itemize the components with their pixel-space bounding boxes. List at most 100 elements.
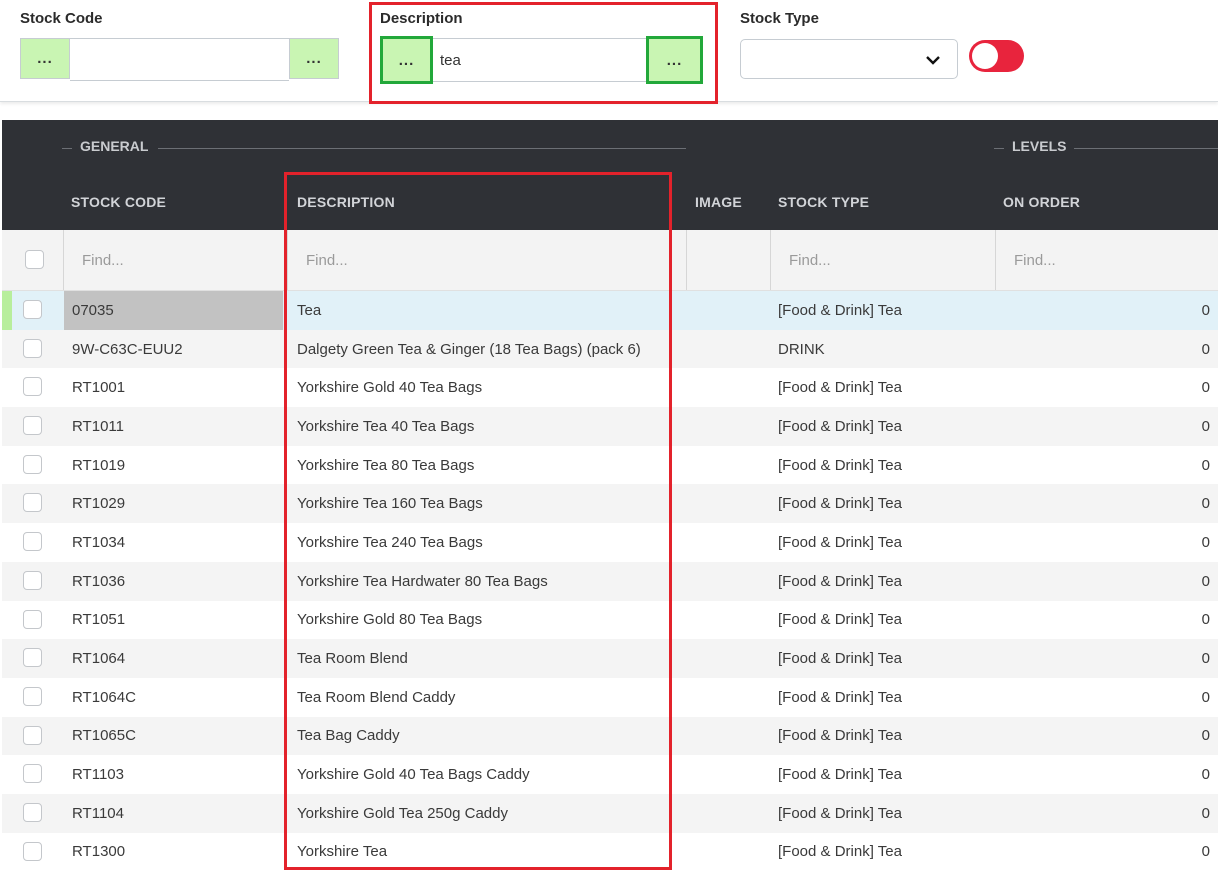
table-row[interactable]: 07035 Tea [Food & Drink] Tea 0 — [2, 291, 1218, 330]
table-row[interactable]: RT1103 Yorkshire Gold 40 Tea Bags Caddy … — [2, 755, 1218, 794]
cell-on-order: 0 — [1201, 340, 1210, 358]
row-checkbox[interactable] — [23, 493, 42, 513]
cell-stock-code: RT1034 — [72, 533, 126, 551]
cell-stock-type: [Food & Drink] Tea — [778, 533, 902, 551]
column-header-on-order[interactable]: ON ORDER — [1003, 194, 1080, 210]
filter-row — [2, 230, 1218, 291]
cell-description: Yorkshire Tea Hardwater 80 Tea Bags — [297, 572, 548, 590]
cell-description: Yorkshire Gold Tea 250g Caddy — [297, 804, 508, 822]
description-input[interactable] — [433, 38, 646, 82]
find-stock-type-input[interactable] — [771, 230, 995, 290]
cell-description: Tea — [297, 301, 322, 319]
table-row[interactable]: RT1001 Yorkshire Gold 40 Tea Bags [Food … — [2, 368, 1218, 408]
cell-description: Yorkshire Tea 80 Tea Bags — [297, 456, 475, 474]
row-checkbox[interactable] — [23, 725, 42, 745]
table-row[interactable]: 9W-C63C-EUU2 Dalgety Green Tea & Ginger … — [2, 329, 1218, 369]
cell-stock-code: RT1064 — [72, 650, 126, 668]
row-checkbox[interactable] — [23, 609, 42, 629]
row-checkbox[interactable] — [23, 454, 42, 474]
cell-stock-type: [Food & Drink] Tea — [778, 727, 902, 745]
cell-stock-code: RT1104 — [72, 804, 124, 822]
cell-on-order: 0 — [1201, 766, 1210, 784]
cell-on-order: 0 — [1201, 688, 1210, 706]
table-row[interactable]: RT1104 Yorkshire Gold Tea 250g Caddy [Fo… — [2, 793, 1218, 833]
row-checkbox[interactable] — [23, 648, 42, 668]
cell-stock-type: [Food & Drink] Tea — [778, 804, 902, 822]
table-row[interactable]: RT1300 Yorkshire Tea [Food & Drink] Tea … — [2, 832, 1218, 872]
chevron-down-icon — [926, 56, 940, 65]
cell-description: Yorkshire Tea 160 Tea Bags — [297, 495, 483, 513]
cell-stock-type: [Food & Drink] Tea — [778, 688, 902, 706]
row-checkbox[interactable] — [23, 686, 42, 706]
row-checkbox[interactable] — [23, 841, 42, 861]
cell-stock-code: RT1051 — [72, 611, 126, 629]
column-header-image[interactable]: IMAGE — [695, 194, 742, 210]
stock-code-input[interactable] — [70, 38, 289, 81]
cell-on-order: 0 — [1201, 650, 1210, 668]
stock-code-lookup-left-button[interactable]: ... — [20, 38, 70, 79]
cell-description: Yorkshire Tea 240 Tea Bags — [297, 533, 483, 551]
cell-stock-type: [Food & Drink] Tea — [778, 843, 902, 861]
column-header-stock-type[interactable]: STOCK TYPE — [778, 194, 869, 210]
cell-on-order: 0 — [1201, 301, 1210, 319]
cell-on-order: 0 — [1201, 611, 1210, 629]
cell-stock-code: RT1011 — [72, 417, 124, 435]
row-checkbox[interactable] — [23, 338, 42, 358]
table-row[interactable]: RT1019 Yorkshire Tea 80 Tea Bags [Food &… — [2, 445, 1218, 485]
cell-stock-code: 07035 — [64, 291, 283, 330]
stock-type-label: Stock Type — [740, 10, 819, 27]
row-checkbox[interactable] — [23, 570, 42, 590]
cell-stock-code: RT1300 — [72, 843, 126, 861]
find-cell-image — [686, 230, 770, 290]
select-all-checkbox[interactable] — [25, 250, 44, 269]
grid-header: GENERAL LEVELS STOCK CODE DESCRIPTION IM… — [2, 120, 1218, 230]
row-checkbox[interactable] — [23, 532, 42, 552]
table-row[interactable]: RT1064 Tea Room Blend [Food & Drink] Tea… — [2, 639, 1218, 678]
cell-description: Yorkshire Gold 80 Tea Bags — [297, 611, 483, 629]
cell-stock-type: DRINK — [778, 340, 825, 358]
cell-stock-type: [Food & Drink] Tea — [778, 379, 902, 397]
find-stock-code-input[interactable] — [64, 230, 287, 290]
toggle-knob — [972, 43, 998, 69]
cell-stock-type: [Food & Drink] Tea — [778, 495, 902, 513]
table-row[interactable]: RT1029 Yorkshire Tea 160 Tea Bags [Food … — [2, 484, 1218, 524]
stock-code-combo: ... ... — [20, 38, 339, 81]
cell-on-order: 0 — [1201, 379, 1210, 397]
group-levels-label: LEVELS — [1012, 138, 1067, 154]
cell-stock-code: RT1065C — [72, 727, 136, 745]
find-cell-description — [287, 230, 686, 290]
group-line — [62, 148, 72, 149]
table-row[interactable]: RT1011 Yorkshire Tea 40 Tea Bags [Food &… — [2, 407, 1218, 446]
cell-on-order: 0 — [1201, 533, 1210, 551]
find-cell-on-order — [995, 230, 1218, 290]
table-row[interactable]: RT1065C Tea Bag Caddy [Food & Drink] Tea… — [2, 716, 1218, 756]
row-checkbox[interactable] — [23, 764, 42, 784]
group-general-label: GENERAL — [80, 138, 149, 154]
stock-code-lookup-right-button[interactable]: ... — [289, 38, 339, 79]
cell-description: Yorkshire Tea 40 Tea Bags — [297, 417, 475, 435]
row-checkbox[interactable] — [23, 377, 42, 397]
cell-description: Yorkshire Gold 40 Tea Bags — [297, 379, 483, 397]
description-lookup-left-button[interactable]: ... — [380, 36, 433, 84]
cell-stock-code: RT1064C — [72, 688, 136, 706]
stock-type-select[interactable] — [740, 39, 958, 79]
table-row[interactable]: RT1064C Tea Room Blend Caddy [Food & Dri… — [2, 677, 1218, 717]
table-row[interactable]: RT1034 Yorkshire Tea 240 Tea Bags [Food … — [2, 523, 1218, 562]
filter-toggle[interactable] — [969, 40, 1024, 72]
cell-description: Yorkshire Gold 40 Tea Bags Caddy — [297, 766, 530, 784]
find-cell-stock-code — [63, 230, 287, 290]
cell-description: Tea Room Blend Caddy — [297, 688, 456, 706]
table-row[interactable]: RT1051 Yorkshire Gold 80 Tea Bags [Food … — [2, 600, 1218, 640]
cell-stock-type: [Food & Drink] Tea — [778, 611, 902, 629]
table-row[interactable]: RT1036 Yorkshire Tea Hardwater 80 Tea Ba… — [2, 561, 1218, 601]
description-lookup-right-button[interactable]: ... — [646, 36, 703, 84]
row-checkbox[interactable] — [23, 416, 42, 436]
find-description-input[interactable] — [288, 230, 686, 290]
find-on-order-input[interactable] — [996, 230, 1218, 290]
column-header-stock-code[interactable]: STOCK CODE — [71, 194, 166, 210]
row-checkbox[interactable] — [23, 300, 42, 319]
cell-stock-code: RT1103 — [72, 766, 124, 784]
column-header-description[interactable]: DESCRIPTION — [297, 194, 395, 210]
row-checkbox[interactable] — [23, 802, 42, 822]
cell-stock-code: 9W-C63C-EUU2 — [72, 340, 183, 358]
